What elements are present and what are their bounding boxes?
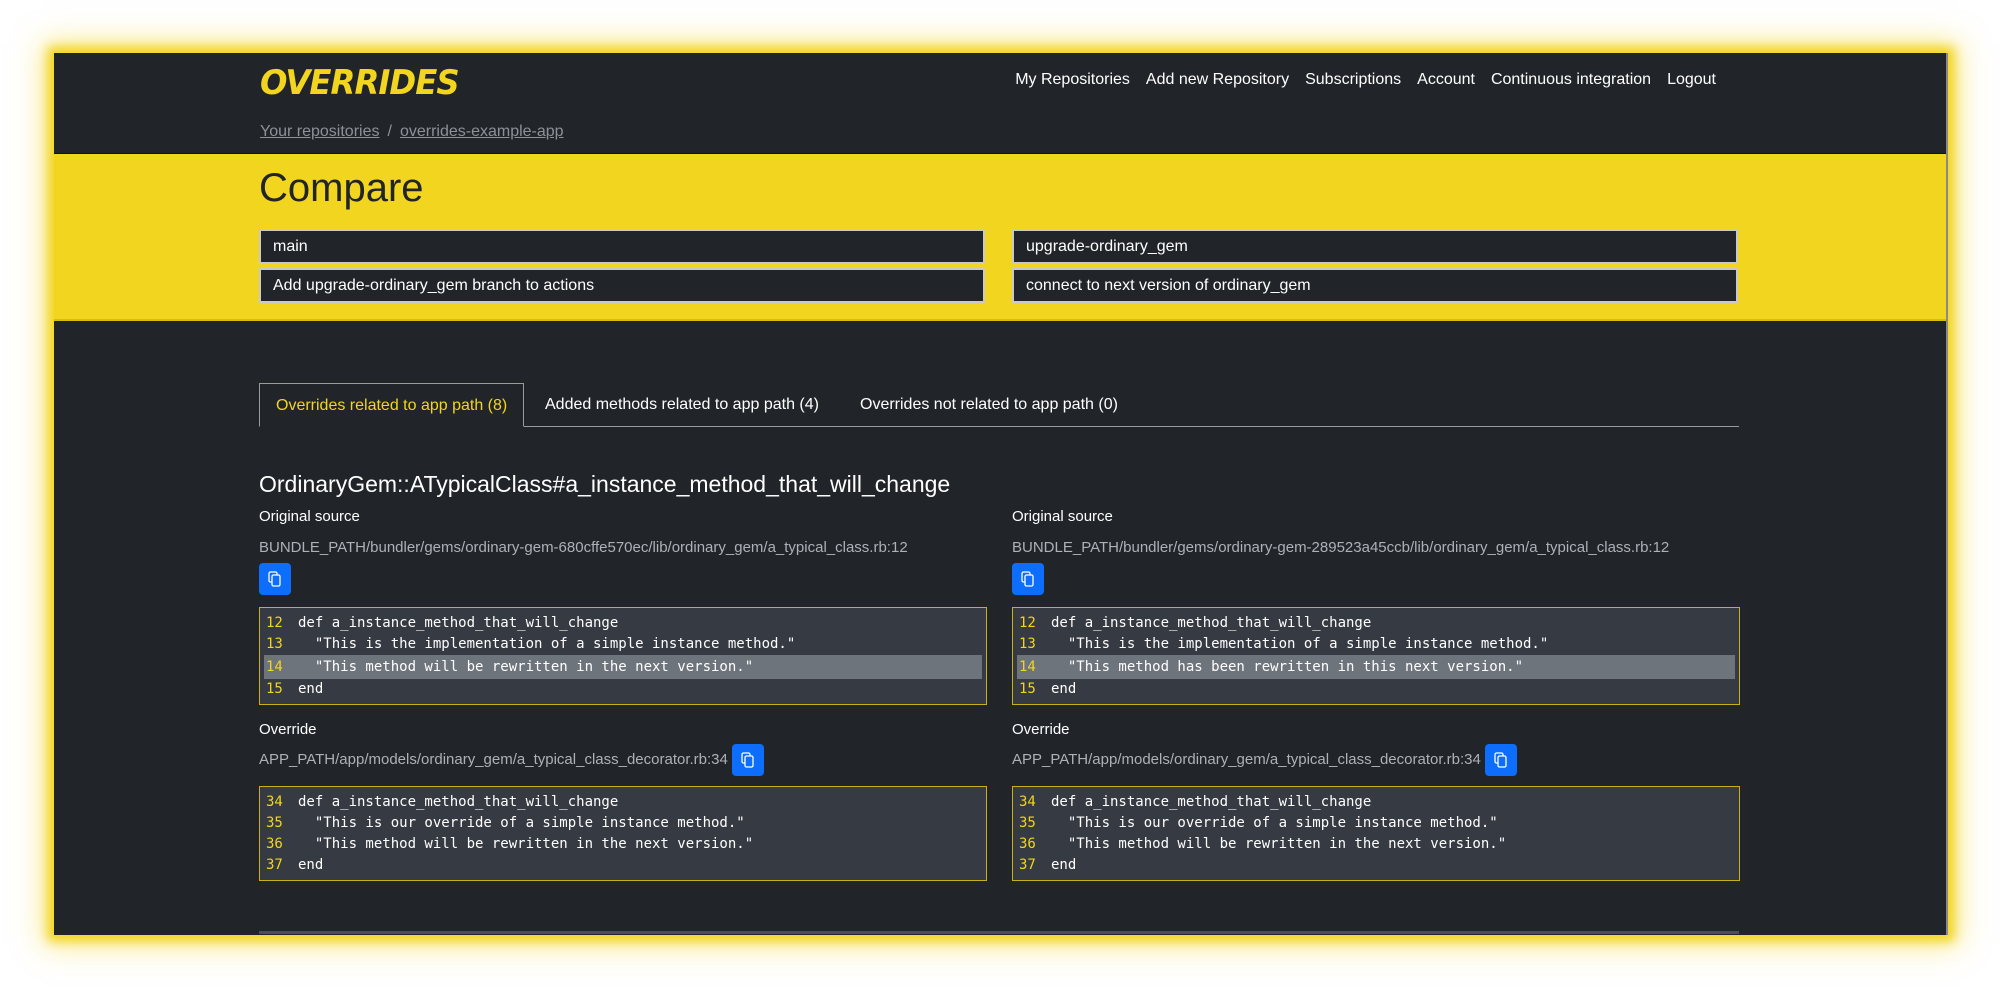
tab-overrides-related[interactable]: Overrides related to app path (8) (259, 383, 525, 427)
main-nav: My Repositories Add new Repository Subsc… (1015, 71, 1716, 89)
code-text: end (298, 857, 324, 873)
copy-icon (1021, 571, 1034, 587)
nav-subscriptions[interactable]: Subscriptions (1305, 71, 1401, 89)
override-label: Override (1012, 721, 1070, 738)
code-text: "This method will be rewritten in the ne… (298, 836, 754, 852)
code-line: 13 "This is the implementation of a simp… (264, 634, 982, 655)
nav-my-repositories[interactable]: My Repositories (1015, 71, 1130, 89)
override-code-block: 34 def a_instance_method_that_will_change… (1012, 786, 1740, 881)
line-number: 14 (266, 659, 283, 675)
code-line: 37 end (1017, 855, 1735, 876)
copy-icon (741, 752, 754, 768)
copy-button[interactable] (1012, 563, 1044, 595)
line-number: 34 (266, 794, 283, 810)
line-number: 13 (1019, 636, 1036, 652)
code-line: 15 end (1017, 679, 1735, 700)
app-window: OVERRIDES My Repositories Add new Reposi… (54, 53, 1948, 935)
code-line-changed: 14 "This method will be rewritten in the… (264, 655, 982, 679)
code-text: end (298, 681, 324, 697)
original-source-label: Original source (259, 508, 360, 525)
line-number: 12 (1019, 615, 1036, 631)
code-text: def a_instance_method_that_will_change (298, 615, 619, 631)
code-line: 13 "This is the implementation of a simp… (1017, 634, 1735, 655)
code-line: 12 def a_instance_method_that_will_change (264, 613, 982, 634)
code-text: "This is the implementation of a simple … (298, 636, 796, 652)
line-number: 37 (266, 857, 283, 873)
right-column: Original source BUNDLE_PATH/bundler/gems… (1012, 508, 1740, 881)
tab-added-methods[interactable]: Added methods related to app path (4) (529, 383, 835, 426)
top-navbar: OVERRIDES My Repositories Add new Reposi… (54, 53, 1946, 155)
code-line: 35 "This is our override of a simple ins… (264, 813, 982, 834)
code-line: 36 "This method will be rewritten in the… (1017, 834, 1735, 855)
copy-icon (268, 571, 281, 587)
breadcrumb-separator: / (387, 123, 392, 140)
line-number: 36 (1019, 836, 1036, 852)
code-text: def a_instance_method_that_will_change (298, 794, 619, 810)
copy-button[interactable] (732, 744, 765, 776)
code-line-changed: 14 "This method has been rewritten in th… (1017, 655, 1735, 679)
code-line: 12 def a_instance_method_that_will_change (1017, 613, 1735, 634)
code-line: 34 def a_instance_method_that_will_change (1017, 792, 1735, 813)
original-code-block: 12 def a_instance_method_that_will_change… (259, 607, 987, 705)
page-title: Compare (259, 166, 424, 210)
original-source-path: BUNDLE_PATH/bundler/gems/ordinary-gem-28… (1012, 539, 1670, 556)
nav-account[interactable]: Account (1417, 71, 1475, 89)
copy-button[interactable] (259, 563, 291, 595)
line-number: 34 (1019, 794, 1036, 810)
code-line: 37 end (264, 855, 982, 876)
line-number: 35 (266, 815, 283, 831)
line-number: 37 (1019, 857, 1036, 873)
code-text: def a_instance_method_that_will_change (1051, 794, 1372, 810)
left-column: Original source BUNDLE_PATH/bundler/gems… (259, 508, 987, 881)
override-code-block: 34 def a_instance_method_that_will_change… (259, 786, 987, 881)
code-line: 35 "This is our override of a simple ins… (1017, 813, 1735, 834)
code-text: "This is our override of a simple instan… (298, 815, 745, 831)
code-text: "This is the implementation of a simple … (1051, 636, 1549, 652)
compare-header: Compare main Add upgrade-ordinary_gem br… (54, 154, 1946, 321)
code-text: "This method has been rewritten in this … (1051, 659, 1524, 675)
left-branch: main (259, 229, 985, 264)
line-number: 15 (266, 681, 283, 697)
nav-continuous-integration[interactable]: Continuous integration (1491, 71, 1651, 89)
code-text: "This is our override of a simple instan… (1051, 815, 1498, 831)
override-label: Override (259, 721, 317, 738)
tab-bar: Overrides related to app path (8) Added … (259, 383, 1739, 427)
code-line: 15 end (264, 679, 982, 700)
logo[interactable]: OVERRIDES (260, 63, 460, 103)
section-divider (259, 931, 1739, 934)
copy-button[interactable] (1485, 744, 1518, 776)
override-path: APP_PATH/app/models/ordinary_gem/a_typic… (1012, 751, 1481, 769)
line-number: 13 (266, 636, 283, 652)
line-number: 12 (266, 615, 283, 631)
line-number: 15 (1019, 681, 1036, 697)
code-text: def a_instance_method_that_will_change (1051, 615, 1372, 631)
code-text: end (1051, 681, 1077, 697)
line-number: 36 (266, 836, 283, 852)
copy-icon (1494, 752, 1507, 768)
breadcrumb-your-repositories[interactable]: Your repositories (260, 123, 379, 140)
line-number: 35 (1019, 815, 1036, 831)
code-text: end (1051, 857, 1077, 873)
override-path: APP_PATH/app/models/ordinary_gem/a_typic… (259, 751, 728, 769)
left-commit: Add upgrade-ordinary_gem branch to actio… (259, 268, 985, 303)
breadcrumb: Your repositories / overrides-example-app (260, 123, 564, 141)
right-branch: upgrade-ordinary_gem (1012, 229, 1738, 264)
code-line: 34 def a_instance_method_that_will_change (264, 792, 982, 813)
code-text: "This method will be rewritten in the ne… (1051, 836, 1507, 852)
code-line: 36 "This method will be rewritten in the… (264, 834, 982, 855)
original-source-label: Original source (1012, 508, 1113, 525)
breadcrumb-repo[interactable]: overrides-example-app (400, 123, 564, 140)
original-source-path: BUNDLE_PATH/bundler/gems/ordinary-gem-68… (259, 539, 908, 556)
right-commit: connect to next version of ordinary_gem (1012, 268, 1738, 303)
line-number: 14 (1019, 659, 1036, 675)
tab-overrides-not-related[interactable]: Overrides not related to app path (0) (844, 383, 1134, 426)
nav-add-new-repository[interactable]: Add new Repository (1146, 71, 1289, 89)
original-code-block: 12 def a_instance_method_that_will_change… (1012, 607, 1740, 705)
nav-logout[interactable]: Logout (1667, 71, 1716, 89)
method-title: OrdinaryGem::ATypicalClass#a_instance_me… (259, 471, 951, 497)
code-text: "This method will be rewritten in the ne… (298, 659, 754, 675)
